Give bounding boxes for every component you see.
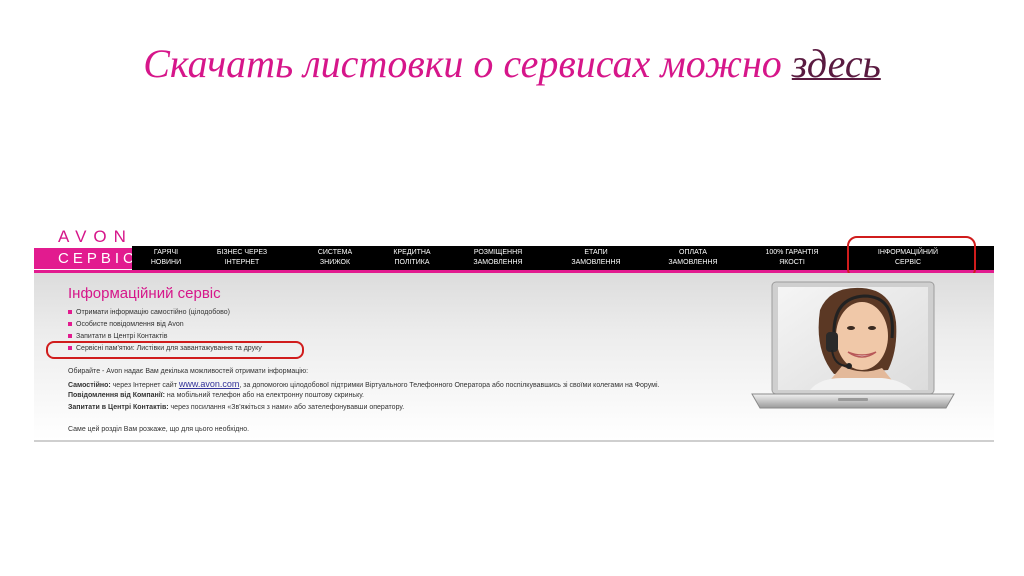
avon-site-link[interactable]: www.avon.com — [179, 379, 240, 389]
list-item[interactable]: Особисте повідомлення від Avon — [68, 319, 262, 331]
nav-order-stages[interactable]: Етапи замовлення — [551, 248, 641, 268]
laptop-operator-image — [751, 281, 955, 409]
company-message-line: Повідомлення від Компанії: на мобільний … — [68, 392, 364, 399]
list-item[interactable]: Отримати інформацію самостійно (цілодобо… — [68, 307, 262, 319]
page-title: Інформаційний сервіс — [68, 285, 221, 302]
content-divider — [34, 440, 994, 442]
nav-business-internet[interactable]: Бізнес через інтернет — [197, 248, 287, 268]
servis-logo[interactable]: СЕРВІС — [34, 248, 134, 269]
bullet-square-icon — [68, 322, 72, 327]
avon-logo[interactable]: AVON — [58, 227, 133, 247]
bullet-square-icon — [68, 310, 72, 315]
leaflets-highlight-oval — [46, 341, 304, 359]
nav-credit-policy[interactable]: Кредитна політика — [367, 248, 457, 268]
service-description: Обирайте - Avon надає Вам декілька можли… — [68, 366, 659, 436]
contact-center-line: Запитати в Центрі Контактів: через посил… — [68, 404, 405, 411]
avon-service-screenshot: AVON СЕРВІС Гарячі новини Бізнес через інт… — [34, 226, 994, 454]
footer-text: Саме цей розділ Вам розкаже, що для цьог… — [68, 426, 250, 433]
intro-text: Обирайте - Avon надає Вам декілька можли… — [68, 368, 309, 375]
self-service-line: Самостійно: через Інтернет сайт www.avon… — [68, 379, 660, 389]
nav-quality-guarantee[interactable]: 100% гарантія якості — [747, 248, 837, 268]
nav-order-payment[interactable]: Оплата замовлення — [648, 248, 738, 268]
slide-title-text: Скачать листовки о сервисах можно — [143, 41, 792, 86]
download-here-link[interactable]: здесь — [792, 41, 881, 86]
slide-title: Скачать листовки о сервисах можно здесь — [0, 40, 1024, 87]
bullet-square-icon — [68, 334, 72, 339]
nav-order-placement[interactable]: Розміщення замовлення — [453, 248, 543, 268]
